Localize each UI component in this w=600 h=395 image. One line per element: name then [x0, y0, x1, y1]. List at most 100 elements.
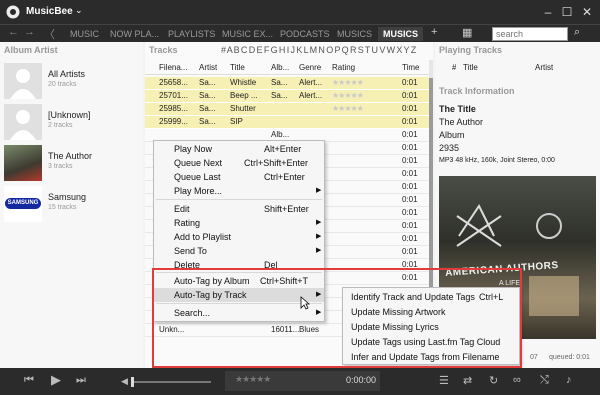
- submenu-item-label: Infer and Update Tags from Filename: [351, 352, 500, 362]
- submenu-item-identify-track-and-update-tags[interactable]: Identify Track and Update Tags Ctrl+L: [343, 290, 519, 304]
- tab-playlists[interactable]: PLAYLISTS: [168, 27, 215, 41]
- menu-item-label: Rating: [174, 218, 201, 228]
- back-icon[interactable]: 〈: [44, 26, 55, 42]
- track-information-header: Track Information: [439, 86, 515, 96]
- search-input[interactable]: [493, 28, 567, 40]
- menu-item-rating[interactable]: Rating ▶: [154, 216, 324, 230]
- auto-dj-icon[interactable]: ⤭: [540, 374, 549, 387]
- submenu-item-infer-and-update-tags-from-filename[interactable]: Infer and Update Tags from Filename: [343, 350, 519, 364]
- close-icon[interactable]: ✕: [577, 2, 597, 22]
- menu-item-add-to-playlist[interactable]: Add to Playlist ▶: [154, 230, 324, 244]
- chevron-down-icon[interactable]: ⌄: [75, 5, 83, 16]
- maximize-icon[interactable]: ☐: [557, 2, 577, 22]
- menu-item-auto-tag-by-track[interactable]: Auto-Tag by Track ▶: [154, 288, 324, 302]
- title-bar: MusicBee ⌄ – ☐ ✕: [0, 0, 600, 24]
- submenu-arrow-icon: ▶: [316, 291, 322, 298]
- menu-item-search[interactable]: Search... ▶: [154, 306, 324, 320]
- avatar-placeholder-icon: [4, 63, 42, 99]
- col-artist[interactable]: Artist: [199, 63, 217, 72]
- artist-item-the-author[interactable]: The Author 3 tracks: [0, 143, 140, 183]
- tab-musics-1[interactable]: MUSICS: [337, 27, 372, 41]
- track-author: The Author: [439, 117, 484, 127]
- now-playing-box: ★★★★★ 0:00:00: [225, 371, 380, 391]
- track-cell-album: 16011...: [271, 325, 300, 334]
- shuffle-icon[interactable]: ⇄: [463, 374, 472, 387]
- repeat-icon[interactable]: ↻: [489, 374, 498, 387]
- menu-item-queue-last[interactable]: Queue Last Ctrl+Enter: [154, 170, 324, 184]
- track-cell-genre: Alert...: [299, 91, 323, 100]
- volume-slider[interactable]: [131, 377, 211, 387]
- layout-icon[interactable]: ▦: [462, 26, 472, 39]
- col-number[interactable]: #: [452, 63, 456, 72]
- track-cell-artist: Sa...: [199, 117, 216, 126]
- search-icon[interactable]: ⌕: [574, 26, 580, 39]
- track-cell-time: 0:01: [402, 104, 418, 113]
- menu-item-send-to[interactable]: Send To ▶: [154, 244, 324, 258]
- track-row[interactable]: 25985... Sa... Shutter ★★★★★ 0:01: [145, 103, 429, 116]
- track-cell-file: 25701...: [159, 91, 188, 100]
- artist-track-count: 3 tracks: [48, 163, 73, 170]
- forward-arrow-icon[interactable]: →: [24, 26, 35, 38]
- track-cell-rating[interactable]: ★★★★★: [332, 91, 363, 100]
- tab-musics-active[interactable]: MUSICS: [378, 27, 424, 41]
- track-cell-rating[interactable]: ★★★★★: [332, 104, 363, 113]
- menu-item-delete[interactable]: Delete Del: [154, 258, 324, 272]
- submenu-item-update-missing-lyrics[interactable]: Update Missing Lyrics: [343, 320, 519, 334]
- col-time[interactable]: Time: [402, 63, 419, 72]
- track-cell-time: 0:01: [402, 208, 418, 217]
- menu-item-edit[interactable]: Edit Shift+Enter: [154, 202, 324, 216]
- artist-item-unknown[interactable]: [Unknown] 2 tracks: [0, 102, 140, 142]
- menu-item-play-more[interactable]: Play More... ▶: [154, 184, 324, 198]
- col-album[interactable]: Alb...: [271, 63, 289, 72]
- menu-item-auto-tag-by-album[interactable]: Auto-Tag by Album Ctrl+Shift+T: [154, 274, 324, 288]
- track-cell-time: 0:01: [402, 117, 418, 126]
- track-row[interactable]: 25999... Sa... SIP 0:01: [145, 116, 429, 129]
- menu-item-shortcut: Ctrl+Shift+T: [260, 276, 309, 286]
- col-filename[interactable]: Filena...: [159, 63, 187, 72]
- track-cell-time: 0:01: [402, 182, 418, 191]
- artist-item-samsung[interactable]: SAMSUNG Samsung 15 tracks: [0, 184, 140, 224]
- minimize-icon[interactable]: –: [538, 2, 558, 22]
- volume-icon[interactable]: ◀: [121, 376, 128, 387]
- track-cell-time: 0:01: [402, 156, 418, 165]
- menu-item-label: Play Now: [174, 144, 213, 154]
- menu-item-play-now[interactable]: Play Now Alt+Enter: [154, 142, 324, 156]
- menu-item-queue-next[interactable]: Queue Next Ctrl+Shift+Enter: [154, 156, 324, 170]
- col-title[interactable]: Title: [463, 63, 478, 72]
- track-row[interactable]: 25701... Sa... Beep ... Sa... Alert... ★★★★★ 0…: [145, 90, 429, 103]
- play-icon[interactable]: ▶: [51, 372, 61, 388]
- col-genre[interactable]: Genre: [299, 63, 321, 72]
- tab-music-explorer[interactable]: MUSIC EX...: [222, 27, 273, 41]
- previous-track-icon[interactable]: ⏮: [24, 374, 34, 387]
- scrobble-icon[interactable]: ∞: [513, 374, 521, 386]
- tab-music[interactable]: MUSIC: [70, 27, 99, 41]
- player-bar: ⏮ ▶ ⏭ ◀ ★★★★★ 0:00:00 ☰ ⇄ ↻ ∞ ⤭ ♪: [0, 368, 600, 395]
- track-cell-album: Sa...: [271, 91, 288, 100]
- add-tab-icon[interactable]: +: [431, 26, 437, 38]
- artist-item-all[interactable]: All Artists 20 tracks: [0, 61, 140, 101]
- track-row[interactable]: 25658... Sa... Whistle Sa... Alert... ★★★★★ 0:…: [145, 77, 429, 90]
- artist-name: [Unknown]: [48, 110, 91, 120]
- now-playing-rating[interactable]: ★★★★★: [235, 374, 271, 385]
- track-cell-rating[interactable]: ★★★★★: [332, 78, 363, 87]
- alphabet-jump-bar[interactable]: # A B C D E F G H I J K L M N O P Q R S …: [221, 45, 416, 55]
- samsung-logo: SAMSUNG: [4, 186, 42, 222]
- col-artist[interactable]: Artist: [535, 63, 553, 72]
- status-time: 07: [530, 354, 538, 361]
- track-cell-file: Unkn...: [159, 325, 185, 334]
- lyrics-icon[interactable]: ♪: [566, 374, 572, 386]
- track-cell-genre: Blues: [299, 325, 320, 334]
- tab-podcasts[interactable]: PODCASTS: [280, 27, 330, 41]
- track-cell-time: 0:01: [402, 260, 418, 269]
- submenu-item-update-missing-artwork[interactable]: Update Missing Artwork: [343, 305, 519, 319]
- search-box[interactable]: [492, 27, 568, 41]
- tab-now-playing[interactable]: NOW PLA...: [110, 27, 159, 41]
- next-track-icon[interactable]: ⏭: [76, 374, 86, 387]
- col-title[interactable]: Title: [230, 63, 245, 72]
- submenu-item-update-tags-using-last-fm-tag-cloud[interactable]: Update Tags using Last.fm Tag Cloud: [343, 335, 519, 349]
- submenu-item-label: Update Tags using Last.fm Tag Cloud: [351, 337, 501, 347]
- col-rating[interactable]: Rating: [332, 63, 355, 72]
- equalizer-icon[interactable]: ☰: [439, 374, 449, 387]
- back-arrow-icon[interactable]: ←: [8, 26, 19, 38]
- menu-item-label: Delete: [174, 260, 201, 270]
